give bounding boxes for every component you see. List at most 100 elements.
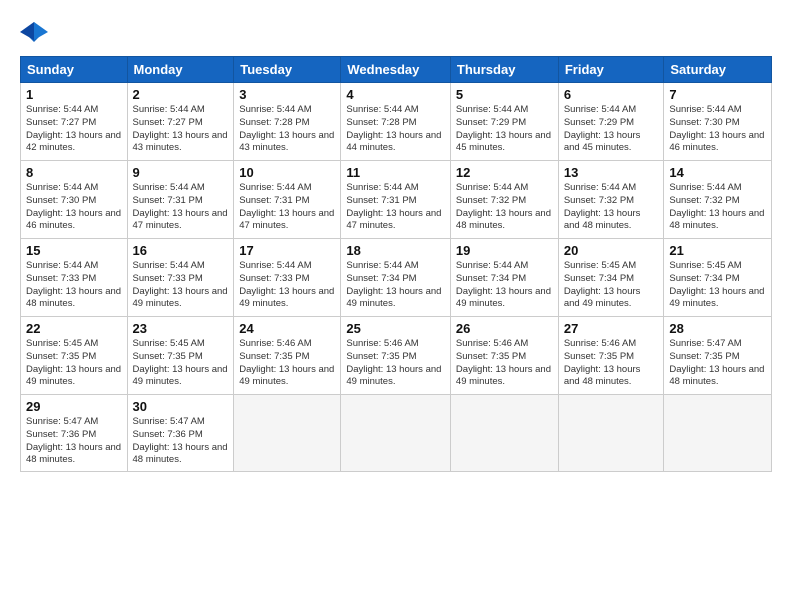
header — [20, 18, 772, 46]
calendar-header-friday: Friday — [558, 57, 664, 83]
calendar-cell: 20 Sunrise: 5:45 AM Sunset: 7:34 PM Dayl… — [558, 239, 664, 317]
calendar-header-tuesday: Tuesday — [234, 57, 341, 83]
day-number: 29 — [26, 399, 122, 414]
day-info: Sunrise: 5:44 AM Sunset: 7:27 PM Dayligh… — [26, 104, 122, 155]
day-number: 22 — [26, 321, 122, 336]
calendar-table: SundayMondayTuesdayWednesdayThursdayFrid… — [20, 56, 772, 472]
calendar-week-3: 22 Sunrise: 5:45 AM Sunset: 7:35 PM Dayl… — [21, 317, 772, 395]
calendar-cell: 10 Sunrise: 5:44 AM Sunset: 7:31 PM Dayl… — [234, 161, 341, 239]
day-number: 2 — [133, 87, 229, 102]
day-number: 20 — [564, 243, 659, 258]
calendar-cell: 4 Sunrise: 5:44 AM Sunset: 7:28 PM Dayli… — [341, 83, 451, 161]
day-info: Sunrise: 5:44 AM Sunset: 7:28 PM Dayligh… — [239, 104, 335, 155]
calendar-cell: 11 Sunrise: 5:44 AM Sunset: 7:31 PM Dayl… — [341, 161, 451, 239]
day-number: 6 — [564, 87, 659, 102]
calendar-cell: 5 Sunrise: 5:44 AM Sunset: 7:29 PM Dayli… — [450, 83, 558, 161]
day-number: 13 — [564, 165, 659, 180]
day-info: Sunrise: 5:44 AM Sunset: 7:30 PM Dayligh… — [26, 182, 122, 233]
day-number: 18 — [346, 243, 445, 258]
day-number: 3 — [239, 87, 335, 102]
day-info: Sunrise: 5:47 AM Sunset: 7:35 PM Dayligh… — [669, 338, 766, 389]
day-info: Sunrise: 5:44 AM Sunset: 7:34 PM Dayligh… — [346, 260, 445, 311]
day-info: Sunrise: 5:47 AM Sunset: 7:36 PM Dayligh… — [26, 416, 122, 467]
day-info: Sunrise: 5:44 AM Sunset: 7:32 PM Dayligh… — [456, 182, 553, 233]
day-info: Sunrise: 5:45 AM Sunset: 7:34 PM Dayligh… — [669, 260, 766, 311]
calendar-cell: 23 Sunrise: 5:45 AM Sunset: 7:35 PM Dayl… — [127, 317, 234, 395]
day-info: Sunrise: 5:45 AM Sunset: 7:34 PM Dayligh… — [564, 260, 659, 311]
calendar-cell: 13 Sunrise: 5:44 AM Sunset: 7:32 PM Dayl… — [558, 161, 664, 239]
calendar-cell: 19 Sunrise: 5:44 AM Sunset: 7:34 PM Dayl… — [450, 239, 558, 317]
day-number: 12 — [456, 165, 553, 180]
page: SundayMondayTuesdayWednesdayThursdayFrid… — [0, 0, 792, 612]
calendar-cell: 16 Sunrise: 5:44 AM Sunset: 7:33 PM Dayl… — [127, 239, 234, 317]
calendar-cell: 1 Sunrise: 5:44 AM Sunset: 7:27 PM Dayli… — [21, 83, 128, 161]
calendar-cell: 29 Sunrise: 5:47 AM Sunset: 7:36 PM Dayl… — [21, 395, 128, 472]
day-info: Sunrise: 5:44 AM Sunset: 7:33 PM Dayligh… — [26, 260, 122, 311]
day-info: Sunrise: 5:44 AM Sunset: 7:32 PM Dayligh… — [564, 182, 659, 233]
day-number: 25 — [346, 321, 445, 336]
calendar-cell: 15 Sunrise: 5:44 AM Sunset: 7:33 PM Dayl… — [21, 239, 128, 317]
day-info: Sunrise: 5:44 AM Sunset: 7:31 PM Dayligh… — [133, 182, 229, 233]
calendar-header-monday: Monday — [127, 57, 234, 83]
calendar-cell: 14 Sunrise: 5:44 AM Sunset: 7:32 PM Dayl… — [664, 161, 772, 239]
day-info: Sunrise: 5:44 AM Sunset: 7:29 PM Dayligh… — [456, 104, 553, 155]
calendar-cell — [450, 395, 558, 472]
calendar-cell: 12 Sunrise: 5:44 AM Sunset: 7:32 PM Dayl… — [450, 161, 558, 239]
day-number: 9 — [133, 165, 229, 180]
day-number: 11 — [346, 165, 445, 180]
calendar-header-sunday: Sunday — [21, 57, 128, 83]
day-number: 14 — [669, 165, 766, 180]
day-info: Sunrise: 5:44 AM Sunset: 7:31 PM Dayligh… — [346, 182, 445, 233]
calendar-cell — [664, 395, 772, 472]
day-number: 28 — [669, 321, 766, 336]
day-info: Sunrise: 5:44 AM Sunset: 7:34 PM Dayligh… — [456, 260, 553, 311]
calendar-cell: 27 Sunrise: 5:46 AM Sunset: 7:35 PM Dayl… — [558, 317, 664, 395]
calendar-cell: 9 Sunrise: 5:44 AM Sunset: 7:31 PM Dayli… — [127, 161, 234, 239]
day-info: Sunrise: 5:46 AM Sunset: 7:35 PM Dayligh… — [346, 338, 445, 389]
calendar-header-saturday: Saturday — [664, 57, 772, 83]
day-number: 30 — [133, 399, 229, 414]
calendar-header-thursday: Thursday — [450, 57, 558, 83]
calendar-header-wednesday: Wednesday — [341, 57, 451, 83]
day-number: 5 — [456, 87, 553, 102]
calendar-cell: 17 Sunrise: 5:44 AM Sunset: 7:33 PM Dayl… — [234, 239, 341, 317]
day-number: 23 — [133, 321, 229, 336]
day-number: 1 — [26, 87, 122, 102]
day-info: Sunrise: 5:44 AM Sunset: 7:28 PM Dayligh… — [346, 104, 445, 155]
calendar-cell: 25 Sunrise: 5:46 AM Sunset: 7:35 PM Dayl… — [341, 317, 451, 395]
calendar-week-1: 8 Sunrise: 5:44 AM Sunset: 7:30 PM Dayli… — [21, 161, 772, 239]
calendar-cell — [341, 395, 451, 472]
logo-icon — [20, 18, 48, 46]
calendar-cell — [558, 395, 664, 472]
day-info: Sunrise: 5:44 AM Sunset: 7:33 PM Dayligh… — [133, 260, 229, 311]
day-info: Sunrise: 5:44 AM Sunset: 7:27 PM Dayligh… — [133, 104, 229, 155]
day-info: Sunrise: 5:44 AM Sunset: 7:29 PM Dayligh… — [564, 104, 659, 155]
day-info: Sunrise: 5:46 AM Sunset: 7:35 PM Dayligh… — [564, 338, 659, 389]
day-number: 4 — [346, 87, 445, 102]
day-number: 17 — [239, 243, 335, 258]
calendar-cell: 18 Sunrise: 5:44 AM Sunset: 7:34 PM Dayl… — [341, 239, 451, 317]
logo — [20, 18, 52, 46]
day-number: 10 — [239, 165, 335, 180]
calendar-week-2: 15 Sunrise: 5:44 AM Sunset: 7:33 PM Dayl… — [21, 239, 772, 317]
calendar-header-row: SundayMondayTuesdayWednesdayThursdayFrid… — [21, 57, 772, 83]
day-info: Sunrise: 5:44 AM Sunset: 7:31 PM Dayligh… — [239, 182, 335, 233]
day-number: 27 — [564, 321, 659, 336]
calendar-cell: 2 Sunrise: 5:44 AM Sunset: 7:27 PM Dayli… — [127, 83, 234, 161]
day-info: Sunrise: 5:46 AM Sunset: 7:35 PM Dayligh… — [239, 338, 335, 389]
day-info: Sunrise: 5:46 AM Sunset: 7:35 PM Dayligh… — [456, 338, 553, 389]
calendar-cell: 21 Sunrise: 5:45 AM Sunset: 7:34 PM Dayl… — [664, 239, 772, 317]
day-number: 19 — [456, 243, 553, 258]
calendar-week-0: 1 Sunrise: 5:44 AM Sunset: 7:27 PM Dayli… — [21, 83, 772, 161]
calendar-cell: 7 Sunrise: 5:44 AM Sunset: 7:30 PM Dayli… — [664, 83, 772, 161]
calendar-cell — [234, 395, 341, 472]
day-info: Sunrise: 5:44 AM Sunset: 7:32 PM Dayligh… — [669, 182, 766, 233]
day-number: 26 — [456, 321, 553, 336]
calendar-week-4: 29 Sunrise: 5:47 AM Sunset: 7:36 PM Dayl… — [21, 395, 772, 472]
day-number: 7 — [669, 87, 766, 102]
calendar-cell: 3 Sunrise: 5:44 AM Sunset: 7:28 PM Dayli… — [234, 83, 341, 161]
day-info: Sunrise: 5:45 AM Sunset: 7:35 PM Dayligh… — [26, 338, 122, 389]
day-info: Sunrise: 5:47 AM Sunset: 7:36 PM Dayligh… — [133, 416, 229, 467]
calendar-cell: 26 Sunrise: 5:46 AM Sunset: 7:35 PM Dayl… — [450, 317, 558, 395]
day-number: 15 — [26, 243, 122, 258]
